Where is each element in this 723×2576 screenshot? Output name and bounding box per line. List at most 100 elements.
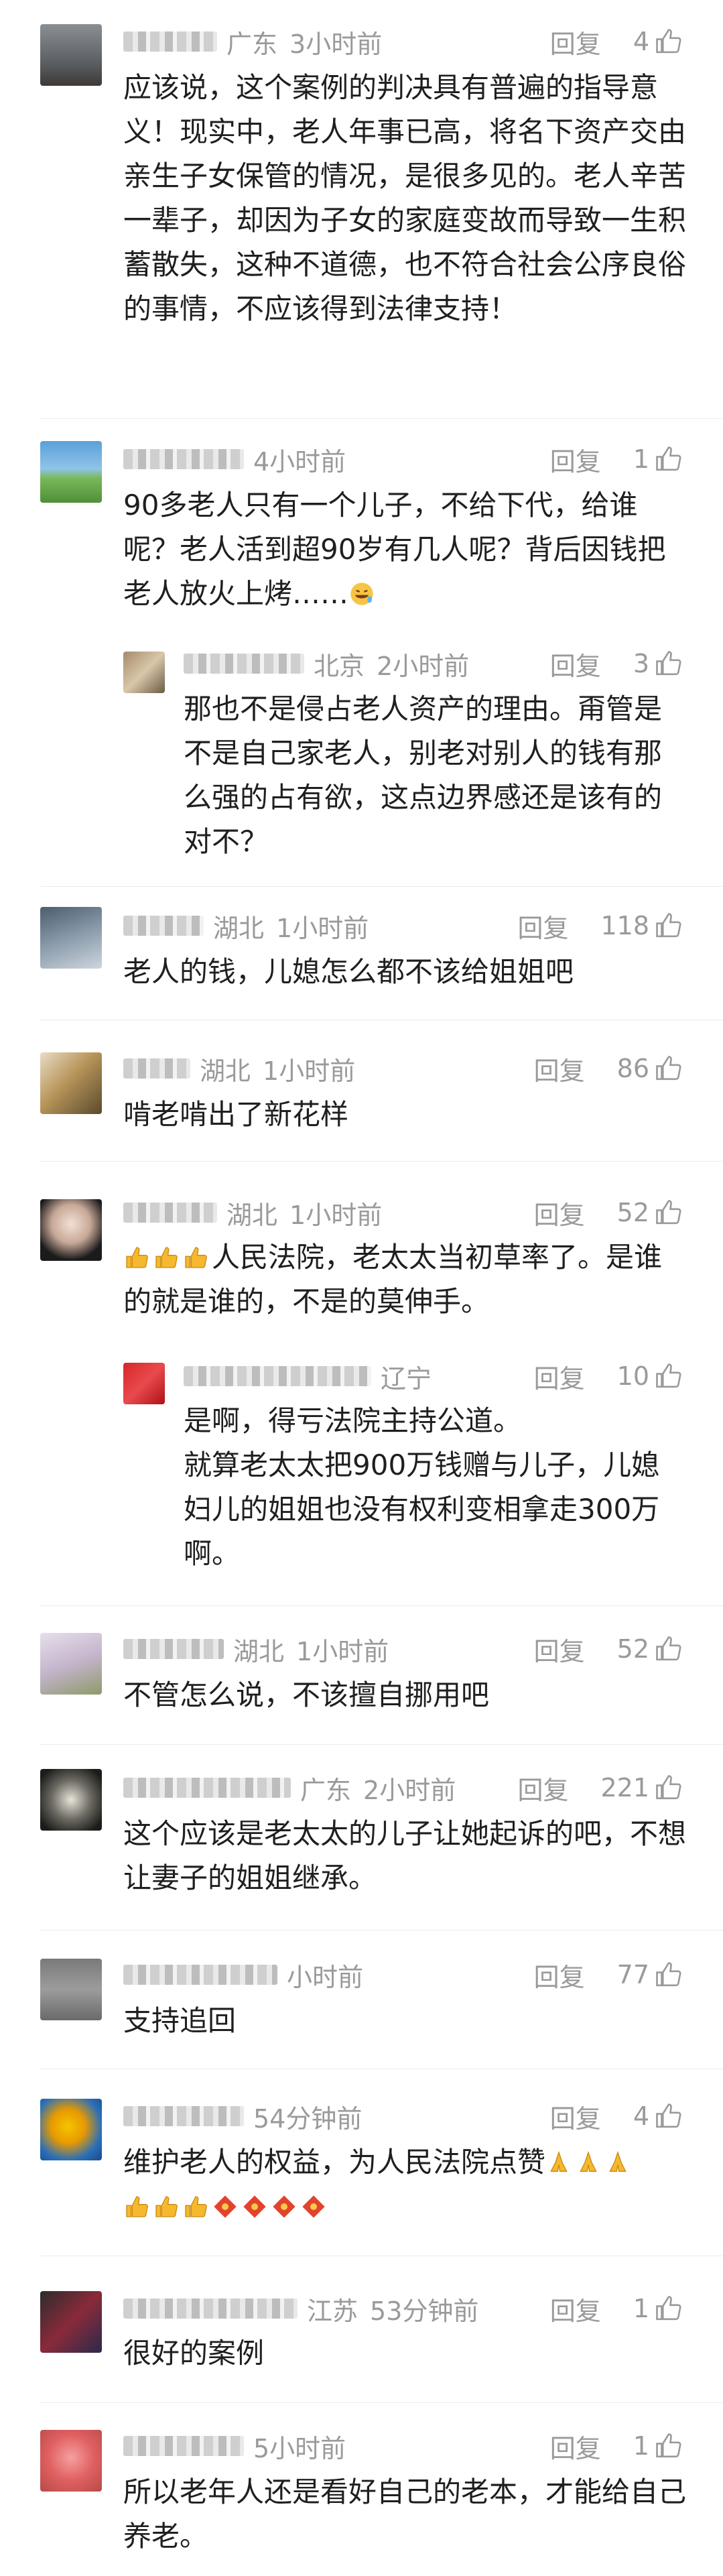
thumbs-up-icon[interactable] (655, 2294, 683, 2323)
avatar[interactable] (40, 2291, 102, 2353)
timestamp: 1小时前 (263, 1056, 356, 1086)
thumbs-up-emoji-icon (185, 1247, 207, 1268)
reply-button[interactable]: 回复 (534, 1631, 585, 1668)
avatar[interactable] (123, 652, 165, 693)
red-diamond-emoji-icon (214, 2195, 237, 2218)
like-count: 221 (600, 1773, 649, 1802)
comment-text-content: 维护老人的权益，为人民法院点赞 (123, 2146, 546, 2179)
comment-text: 这个应该是老太太的儿子让她起诉的吧，不想让妻子的姐姐继承。 (123, 1817, 687, 1894)
like-count: 4 (633, 27, 649, 56)
avatar[interactable] (40, 2430, 102, 2492)
timestamp: 1小时前 (289, 1200, 383, 1230)
comment-text: 老人的钱，儿媳怎么都不该给姐姐吧 (123, 955, 574, 988)
reply-button[interactable]: 回复 (550, 441, 601, 478)
username-blurred[interactable] (123, 32, 217, 52)
username-blurred[interactable] (123, 1965, 277, 1985)
thumbs-up-icon[interactable] (655, 1199, 683, 1227)
divider (40, 2402, 723, 2403)
thumbs-up-icon[interactable] (655, 1054, 683, 1083)
reply-button[interactable]: 回复 (534, 1358, 585, 1395)
username-blurred[interactable] (184, 654, 304, 674)
reply-button[interactable]: 回复 (517, 1770, 568, 1806)
username-blurred[interactable] (123, 2106, 244, 2126)
timestamp: 2小时前 (363, 1775, 456, 1805)
avatar[interactable] (40, 1633, 102, 1695)
reply-button[interactable]: 回复 (550, 2290, 601, 2327)
thumbs-up-icon[interactable] (655, 27, 683, 56)
avatar[interactable] (40, 1959, 102, 2020)
comment-text-content: 90多老人只有一个儿子，不给下代，给谁呢？老人活到超90岁有几人呢？背后因钱把老… (123, 489, 666, 610)
avatar[interactable] (40, 1769, 102, 1831)
like-count: 1 (633, 444, 649, 474)
reply-button[interactable]: 回复 (550, 2428, 601, 2465)
location: 广东 (300, 1775, 352, 1805)
username-blurred[interactable] (123, 916, 204, 936)
comment-text: 很好的案例 (123, 2337, 265, 2370)
timestamp: 小时前 (287, 1962, 364, 1992)
divider (40, 418, 723, 419)
thumbs-up-emoji-icon (185, 2196, 207, 2217)
username-blurred[interactable] (123, 1203, 217, 1223)
location: 江苏 (307, 2296, 358, 2326)
comment-text: 人民法院，老太太当初草率了。是谁的就是谁的，不是的莫伸手。 (123, 1235, 686, 1324)
like-count: 3 (633, 649, 649, 678)
thumbs-up-icon[interactable] (655, 1961, 683, 1989)
thumbs-up-icon[interactable] (655, 445, 683, 473)
username-blurred[interactable] (123, 1778, 291, 1798)
like-count: 4 (633, 2101, 649, 2131)
username-blurred[interactable] (184, 1366, 371, 1386)
reply-text: 那也不是侵占老人资产的理由。甭管是不是自己家老人，别老对别人的钱有那么强的占有欲… (184, 692, 663, 858)
thumbs-up-icon[interactable] (655, 912, 683, 940)
timestamp: 5小时前 (253, 2433, 346, 2463)
location: 北京 (314, 651, 365, 681)
like-count: 52 (616, 1198, 649, 1227)
location: 辽宁 (381, 1363, 432, 1394)
thumbs-up-icon[interactable] (655, 1362, 683, 1390)
reply-button[interactable]: 回复 (550, 2098, 601, 2135)
comment-text: 不管怎么说，不该擅自挪用吧 (123, 1678, 490, 1711)
divider (40, 1161, 723, 1162)
avatar[interactable] (123, 1363, 165, 1404)
thumbs-up-icon[interactable] (655, 650, 683, 678)
thumbs-up-emoji-icon (155, 1247, 178, 1268)
reply-button[interactable]: 回复 (534, 1194, 585, 1231)
comment-text: 啃老啃出了新花样 (123, 1098, 349, 1131)
reply-button[interactable]: 回复 (534, 1957, 585, 1994)
avatar[interactable] (40, 1052, 102, 1114)
thumbs-up-emoji-icon (155, 2196, 178, 2217)
praying-hands-emoji-icon (550, 2150, 568, 2172)
avatar[interactable] (40, 24, 102, 86)
divider (40, 1605, 723, 1606)
avatar[interactable] (40, 2099, 102, 2160)
reply-button[interactable]: 回复 (534, 1050, 585, 1087)
timestamp: 3小时前 (289, 29, 383, 59)
thumbs-up-icon[interactable] (655, 2432, 683, 2460)
divider (40, 1744, 723, 1745)
reply-button[interactable]: 回复 (517, 908, 568, 944)
red-diamond-emoji-icon (243, 2195, 266, 2218)
username-blurred[interactable] (123, 2298, 298, 2319)
red-diamond-emoji-icon (273, 2195, 295, 2218)
red-diamond-emoji-icon (302, 2195, 325, 2218)
location: 湖北 (233, 1636, 285, 1666)
thumbs-up-icon[interactable] (655, 2102, 683, 2130)
reply-button[interactable]: 回复 (550, 23, 601, 60)
thumbs-up-emoji-icon (126, 1247, 148, 1268)
username-blurred[interactable] (123, 1639, 224, 1659)
avatar[interactable] (40, 907, 102, 969)
thumbs-up-icon[interactable] (655, 1774, 683, 1802)
comment-text: 维护老人的权益，为人民法院点赞 (123, 2140, 686, 2229)
like-count: 52 (616, 1634, 649, 1664)
thumbs-up-icon[interactable] (655, 1635, 683, 1663)
username-blurred[interactable] (123, 1058, 190, 1079)
like-count: 86 (616, 1054, 649, 1083)
location: 湖北 (213, 913, 265, 943)
timestamp: 54分钟前 (253, 2103, 363, 2134)
avatar[interactable] (40, 441, 102, 503)
reply-button[interactable]: 回复 (550, 646, 601, 682)
username-blurred[interactable] (123, 449, 244, 469)
timestamp: 4小时前 (253, 446, 346, 477)
comment-text: 所以老年人还是看好自己的老本，才能给自己养老。 (123, 2475, 687, 2553)
username-blurred[interactable] (123, 2436, 244, 2456)
avatar[interactable] (40, 1199, 102, 1261)
